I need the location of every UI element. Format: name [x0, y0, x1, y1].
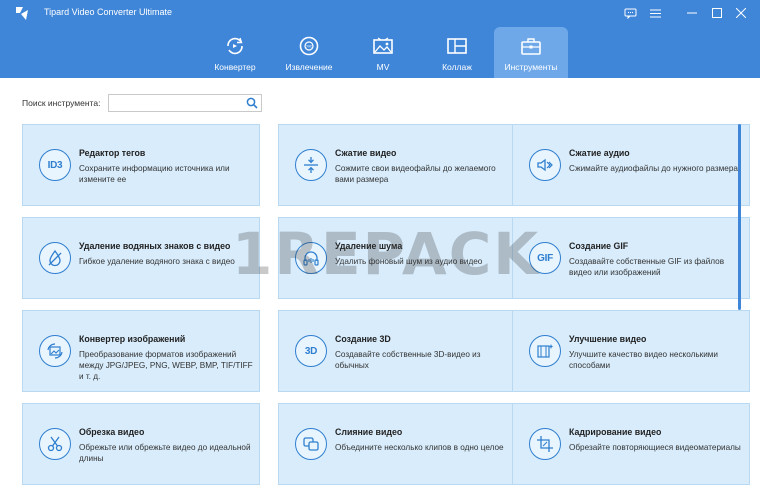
maximize-button[interactable]	[706, 4, 728, 22]
tab-collage[interactable]: Коллаж	[420, 27, 494, 78]
tab-toolbox[interactable]: Инструменты	[494, 27, 568, 78]
toolbox-icon	[521, 38, 541, 55]
maximize-icon	[712, 8, 722, 18]
converter-icon	[227, 37, 243, 55]
close-button[interactable]	[730, 4, 752, 22]
feedback-button[interactable]	[619, 4, 641, 22]
tool-title: Обрезка видео	[79, 427, 145, 437]
app-title: Tipard Video Converter Ultimate	[44, 7, 173, 17]
tool-card-video-cropper[interactable]: Кадрирование видео Обрезайте повторяющие…	[512, 403, 750, 485]
tool-description: Преобразование форматов изображений межд…	[79, 350, 253, 381]
collage-icon	[447, 38, 467, 54]
tool-description: Сожмите свои видеофайлы до желаемого вам…	[335, 164, 496, 184]
tool-title: Сжатие аудио	[569, 148, 630, 158]
scissors-icon	[39, 428, 71, 460]
vertical-scrollbar[interactable]	[738, 124, 741, 310]
tab-label: MV	[376, 62, 390, 72]
close-icon	[736, 8, 746, 18]
search-input[interactable]	[109, 97, 239, 114]
title-bar: Tipard Video Converter Ultimate	[0, 0, 760, 26]
tab-mv[interactable]: MV	[346, 27, 420, 78]
image-convert-icon	[39, 335, 71, 367]
tool-card-video-trimmer[interactable]: Обрезка видео Обрежьте или обрежьте виде…	[22, 403, 260, 485]
tool-description: Улучшите качество видео несколькими спос…	[569, 350, 719, 370]
tool-title: Слияние видео	[335, 427, 403, 437]
minimize-button[interactable]	[681, 4, 703, 22]
mv-image-icon	[373, 37, 393, 54]
tool-description: Создавайте собственные 3D-видео из обычн…	[335, 350, 481, 370]
3d-icon: 3D	[295, 335, 327, 367]
compress-icon	[295, 149, 327, 181]
main-tabs: Конвертер DVD Извлечение MV Коллаж Инстр…	[198, 27, 568, 78]
merge-icon	[295, 428, 327, 460]
tool-description: Сохраните информацию источника или измен…	[79, 164, 230, 184]
minimize-icon	[687, 12, 697, 14]
tool-card-3d-maker[interactable]: 3D Создание 3D Создавайте собственные 3D…	[278, 310, 516, 392]
tool-title: Создание GIF	[569, 241, 629, 251]
tool-description: Объедините несколько клипов в одно целое	[335, 443, 504, 452]
watermark-drop-icon	[39, 242, 71, 274]
search-icon[interactable]	[246, 97, 258, 109]
tool-card-gif-maker[interactable]: GIF Создание GIF Создавайте собственные …	[512, 217, 750, 299]
tab-label: Извлечение	[285, 62, 333, 72]
chat-icon	[624, 8, 636, 19]
crop-icon	[529, 428, 561, 460]
header-bar: Tipard Video Converter Ultimate Конверте…	[0, 0, 760, 78]
dvd-rip-icon: DVD	[299, 36, 319, 56]
tab-label: Коллаж	[442, 62, 472, 72]
tool-title: Удаление водяных знаков с видео	[79, 241, 231, 251]
tab-label: Конвертер	[214, 62, 256, 72]
svg-text:DVD: DVD	[305, 44, 314, 49]
tab-label: Инструменты	[504, 62, 558, 72]
tool-card-video-enhancer[interactable]: Улучшение видео Улучшите качество видео …	[512, 310, 750, 392]
menu-button[interactable]	[644, 4, 666, 22]
tool-description: Обрезайте повторяющиеся видеоматериалы	[569, 443, 741, 452]
tools-grid: ID3 Редактор тегов Сохраните информацию …	[22, 124, 750, 493]
tool-title: Конвертер изображений	[79, 334, 186, 344]
audio-compress-icon	[529, 149, 561, 181]
id3-tag-icon: ID3	[39, 149, 71, 181]
tab-ripper[interactable]: DVD Извлечение	[272, 27, 346, 78]
tool-title: Улучшение видео	[569, 334, 647, 344]
tool-card-image-converter[interactable]: Конвертер изображений Преобразование фор…	[22, 310, 260, 392]
tool-card-video-compressor[interactable]: Сжатие видео Сожмите свои видеофайлы до …	[278, 124, 516, 206]
app-logo-icon	[16, 7, 28, 20]
watermark: 1REPACK	[232, 220, 541, 288]
tool-description: Сжимайте аудиофайлы до нужного размера.	[569, 164, 741, 173]
tool-title: Создание 3D	[335, 334, 391, 344]
search-label: Поиск инструмента:	[22, 98, 101, 108]
tab-converter[interactable]: Конвертер	[198, 27, 272, 78]
tool-description: Создавайте собственные GIF из файлов вид…	[569, 257, 725, 277]
tool-card-watermark-remover[interactable]: Удаление водяных знаков с видео Гибкое у…	[22, 217, 260, 299]
enhance-icon	[529, 335, 561, 367]
tool-title: Сжатие видео	[335, 148, 397, 158]
search-box	[108, 94, 262, 114]
tool-description: Обрежьте или обрежьте видео до идеальной…	[79, 443, 251, 463]
tool-card-audio-compressor[interactable]: Сжатие аудио Сжимайте аудиофайлы до нужн…	[512, 124, 750, 206]
tool-title: Редактор тегов	[79, 148, 146, 158]
tool-title: Кадрирование видео	[569, 427, 662, 437]
tool-card-video-merger[interactable]: Слияние видео Объедините несколько клипо…	[278, 403, 516, 485]
tool-card-tag-editor[interactable]: ID3 Редактор тегов Сохраните информацию …	[22, 124, 260, 206]
tool-description: Гибкое удаление водяного знака с видео	[79, 257, 235, 266]
hamburger-icon	[649, 9, 661, 17]
